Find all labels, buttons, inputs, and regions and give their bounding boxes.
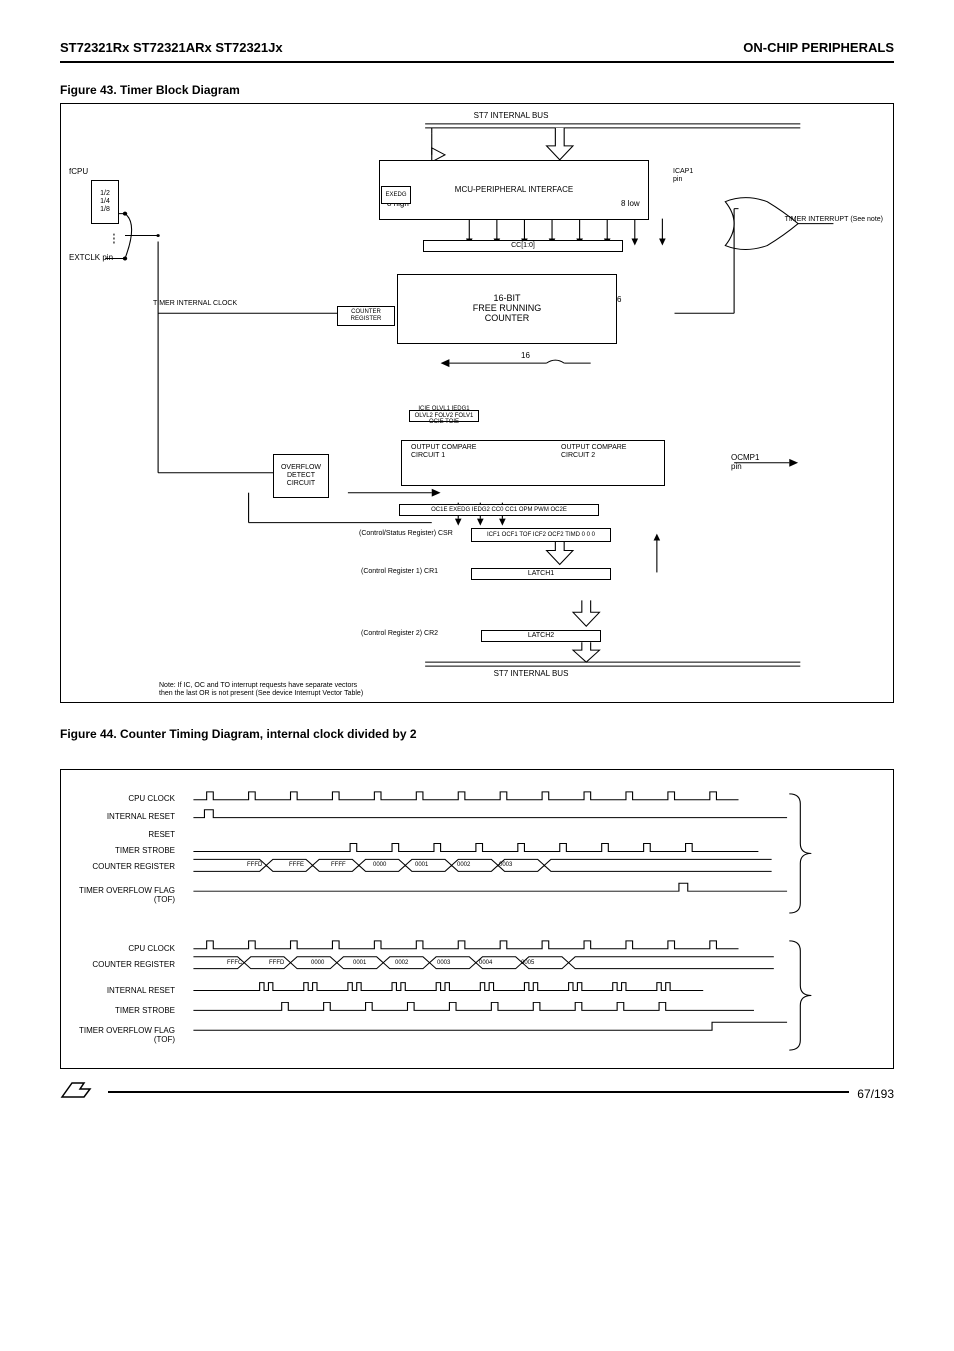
doc-id: ST72321Rx ST72321ARx ST72321Jx (60, 40, 283, 55)
cv25: 0003 (437, 960, 450, 967)
cv13: 0000 (373, 862, 386, 869)
tof: TOF (519, 532, 531, 539)
ocmp1-pin: OCMP1 pin (731, 454, 759, 472)
cv27: 0005 (521, 960, 534, 967)
bus-bottom-label: ST7 INTERNAL BUS (401, 670, 661, 679)
zeros: 0 0 0 (582, 532, 595, 539)
oc1-circuit: OUTPUT COMPARE CIRCUIT 1 (411, 444, 476, 459)
cr2-bits-strip: OC1E EXEDG IEDG2 CC0 CC1 OPM PWM OC2E (399, 504, 599, 516)
cv15: 0002 (457, 862, 470, 869)
t-cnt2: COUNTER REGISTER (65, 960, 175, 969)
cv14: 0001 (415, 862, 428, 869)
t-intreset2: INTERNAL RESET (65, 986, 175, 995)
t-cpu1: CPU CLOCK (65, 794, 175, 803)
csr-label: (Control/Status Register) CSR (359, 530, 453, 538)
counter-block: 16-BIT FREE RUNNING COUNTER (397, 274, 617, 344)
extclk-label: EXTCLK pin (69, 254, 113, 263)
timd: TIMD (565, 532, 580, 539)
t-strobe1: TIMER STROBE (65, 846, 175, 855)
icap1-pin: ICAP1 pin (673, 168, 693, 183)
figure43-box: ST7 INTERNAL BUS (60, 103, 894, 703)
mcu-interface-block: MCU-PERIPHERAL INTERFACE (379, 160, 649, 220)
cv12: FFFF (331, 862, 346, 869)
figure44-box: CPU CLOCK INTERNAL RESET RESET TIMER STR… (60, 769, 894, 1069)
cv24: 0002 (395, 960, 408, 967)
t-strobe2: TIMER STROBE (65, 1006, 175, 1015)
overflow-block: OVERFLOW DETECT CIRCUIT (273, 454, 329, 498)
page-number: 67/193 (857, 1087, 894, 1101)
t-cnt1: COUNTER REGISTER (65, 862, 175, 871)
cv16: 0003 (499, 862, 512, 869)
csr-bits: ICF1 OCF1 TOF ICF2 OCF2 TIMD 0 0 0 (471, 528, 611, 542)
ocf2: OCF2 (548, 532, 564, 539)
t-tof2: TIMER OVERFLOW FLAG (TOF) (65, 1026, 175, 1044)
cr1-bits-strip: ICIE OLVL1 IEDG1 OLVL2 FOLV2 FOLV1 OCIE … (409, 410, 479, 422)
counter-reg-block: COUNTER REGISTER (337, 306, 395, 326)
eight-low-label: 8 low (621, 200, 640, 209)
latch2-block: LATCH2 (481, 630, 601, 642)
cv10: FFFD (247, 862, 262, 869)
cv20: FFFC (227, 960, 242, 967)
cv26: 0004 (479, 960, 492, 967)
cv23: 0001 (353, 960, 366, 967)
section-title: ON-CHIP PERIPHERALS (743, 40, 894, 55)
cv11: FFFE (289, 862, 304, 869)
st-logo (60, 1079, 100, 1108)
sixteen-label: 16 (521, 352, 530, 361)
timer-clk-label: TIMER INTERNAL CLOCK (153, 300, 237, 308)
see-note: TIMER INTERRUPT (See note) (785, 216, 883, 224)
oc2-circuit: OUTPUT COMPARE CIRCUIT 2 (561, 444, 626, 459)
exedg-block: EXEDG (381, 186, 411, 204)
t-reset: RESET (65, 830, 175, 839)
cv22: 0000 (311, 960, 324, 967)
note-text: Note: If IC, OC and TO interrupt request… (159, 682, 363, 697)
icf2: ICF2 (533, 532, 546, 539)
cr2-label: (Control Register 2) CR2 (361, 630, 438, 638)
t-tof1: TIMER OVERFLOW FLAG (TOF) (65, 886, 175, 904)
latch-block: LATCH1 (471, 568, 611, 580)
t-cpu2: CPU CLOCK (65, 944, 175, 953)
cv21: FFFD (269, 960, 284, 967)
divider-block: 1/2 1/4 1/8 (91, 180, 119, 224)
header-rule (60, 61, 894, 63)
cc-bits-strip: CC[1:0] (423, 240, 623, 252)
ocf1: OCF1 (502, 532, 518, 539)
figure44-title: Figure 44. Counter Timing Diagram, inter… (60, 727, 894, 741)
figure43-title: Figure 43. Timer Block Diagram (60, 83, 894, 97)
six-label: 6 (617, 296, 621, 305)
fcpu-label: fCPU (69, 168, 88, 177)
cr1-label: (Control Register 1) CR1 (361, 568, 438, 576)
t-intreset1: INTERNAL RESET (65, 812, 175, 821)
icf1: ICF1 (487, 532, 500, 539)
